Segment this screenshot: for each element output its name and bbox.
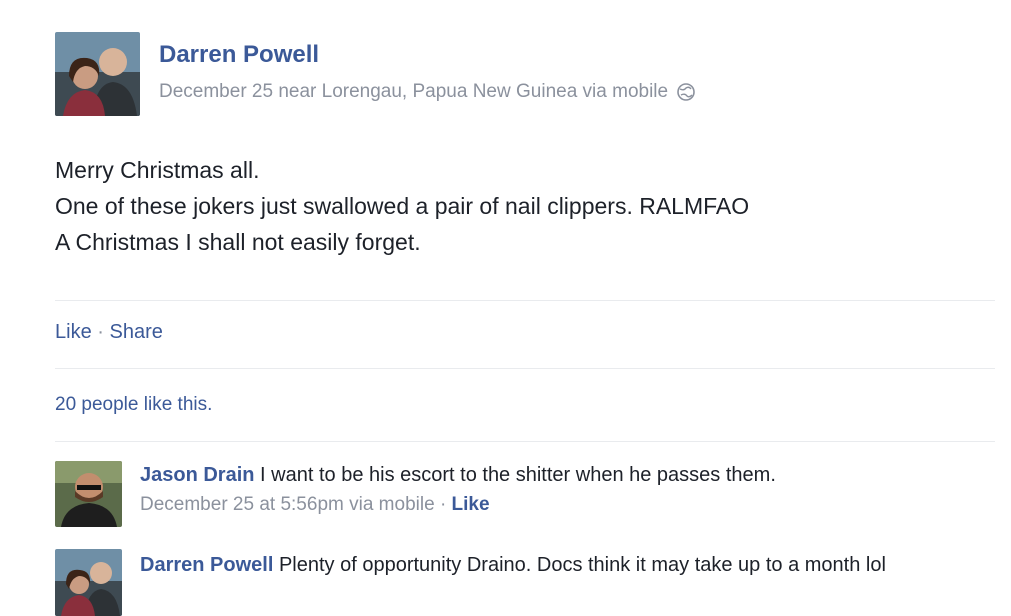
action-separator: · [97,321,104,343]
post-meta-text[interactable]: December 25 near Lorengau, Papua New Gui… [159,81,668,103]
post-body: Merry Christmas all. One of these jokers… [55,152,749,260]
comment-body: Darren Powell Plenty of opportunity Drai… [140,550,1000,580]
post-line: One of these jokers just swallowed a pai… [55,193,750,219]
comment-author[interactable]: Jason Drain [140,464,254,486]
commenter-avatar[interactable] [55,549,122,616]
avatar-photo [55,461,122,527]
avatar-photo [55,32,140,116]
comment-like-link[interactable]: Like [452,494,490,515]
comment-author[interactable]: Darren Powell [140,554,273,576]
comment: Darren Powell Plenty of opportunity Drai… [140,550,1000,580]
commenter-avatar[interactable] [55,461,122,527]
author-avatar[interactable] [55,32,140,116]
comment: Jason Drain I want to be his escort to t… [140,460,1000,520]
comment-text: I want to be his escort to the shitter w… [260,464,776,486]
divider [55,441,995,442]
post-actions: Like · Share [55,321,163,344]
post-line: A Christmas I shall not easily forget. [55,229,421,255]
comment-text: Plenty of opportunity Draino. Docs think… [278,554,886,576]
post-meta: December 25 near Lorengau, Papua New Gui… [159,81,696,103]
likes-summary[interactable]: 20 people like this. [55,394,212,416]
comment-body: Jason Drain I want to be his escort to t… [140,460,1000,490]
comment-timestamp[interactable]: December 25 at 5:56pm via mobile [140,494,435,515]
post-author-name[interactable]: Darren Powell [159,41,319,69]
like-link[interactable]: Like [55,321,92,343]
post-line: Merry Christmas all. [55,157,260,183]
comment-meta-separator: · [439,494,447,515]
divider [55,368,995,369]
divider [55,300,995,301]
share-link[interactable]: Share [110,321,163,343]
avatar-photo [55,549,122,616]
globe-icon [676,82,696,102]
comment-meta: December 25 at 5:56pm via mobile · Like [140,490,1000,520]
